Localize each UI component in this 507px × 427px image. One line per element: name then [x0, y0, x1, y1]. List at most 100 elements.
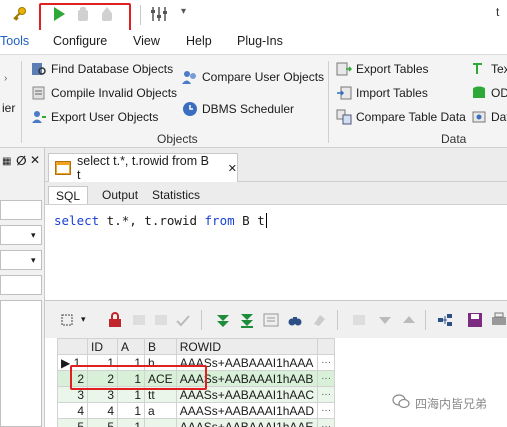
sort-up-icon[interactable] [399, 310, 419, 330]
sql-keyword-from: from [204, 213, 235, 228]
object-list[interactable] [0, 300, 42, 427]
save-icon[interactable] [465, 310, 485, 330]
panel-dropdown-2[interactable]: ▾ [0, 250, 42, 270]
compile-invalid-label: Compile Invalid Objects [51, 86, 178, 100]
left-object-panel: ▦ ⵁ ✕ ▾ ▾ [0, 148, 45, 427]
tab-sql[interactable]: SQL [48, 186, 89, 205]
pin-icon[interactable]: ⵁ [16, 154, 27, 168]
delete-record-icon[interactable] [151, 310, 171, 330]
cell-id[interactable]: 4 [87, 402, 118, 419]
odbc-importer-button[interactable]: OD [471, 85, 507, 101]
cell-b[interactable]: a [144, 402, 177, 419]
data-generator-button[interactable]: Dat [471, 109, 507, 125]
tab-output[interactable]: Output [95, 186, 145, 205]
dbms-scheduler-button[interactable]: DBMS Scheduler [182, 101, 294, 117]
menu-plug-ins[interactable]: Plug-Ins [237, 34, 283, 48]
cell-ellipsis-button[interactable]: ··· [317, 402, 336, 419]
cell-a[interactable]: 1 [117, 402, 145, 419]
link-icon[interactable] [435, 310, 455, 330]
window-close-icon[interactable]: t [496, 5, 499, 19]
toolbar-separator [425, 310, 426, 330]
menu-view[interactable]: View [133, 34, 160, 48]
post-changes-icon[interactable] [173, 310, 193, 330]
sql-statement: select t.*, t.rowid from B t​ [54, 213, 267, 228]
menu-help[interactable]: Help [186, 34, 212, 48]
cell-id[interactable]: 5 [87, 418, 118, 427]
sub-tabs: SQL Output Statistics [45, 182, 507, 205]
sql-editor[interactable]: select t.*, t.rowid from B t​ [45, 204, 507, 300]
menu-tools[interactable]: Tools [0, 34, 29, 48]
lock-icon[interactable] [105, 310, 125, 330]
dbms-scheduler-label: DBMS Scheduler [202, 102, 295, 116]
cell-rowid[interactable]: AAASs+AABAAAI1hAAD [175, 402, 319, 419]
tab-statistics[interactable]: Statistics [145, 186, 207, 205]
result-grid-toolbar: ▾ [45, 300, 507, 338]
panel-field-2[interactable] [0, 275, 42, 295]
sql-window-icon [55, 161, 71, 175]
cell-ellipsis-button[interactable]: ··· [317, 386, 336, 403]
run-icon[interactable] [50, 4, 68, 24]
clock-icon [182, 101, 198, 117]
data-generator-label: Dat [491, 110, 507, 124]
compare-table-data-label: Compare Table Data [356, 110, 466, 124]
export-user-objects-button[interactable]: Export User Objects [31, 109, 158, 125]
dropdown-icon[interactable]: ▾ [181, 6, 186, 17]
insert-record-icon[interactable] [129, 310, 149, 330]
find-objects-icon [31, 61, 47, 77]
export-tables-button[interactable]: Export Tables [336, 61, 429, 77]
filter-icon[interactable] [349, 310, 369, 330]
ribbon-partial-label: ier [2, 101, 16, 115]
ribbon-separator [328, 61, 329, 143]
find-icon[interactable] [285, 310, 305, 330]
key-icon[interactable] [10, 4, 28, 24]
fetch-next-icon[interactable] [213, 310, 233, 330]
panel-close-icon[interactable]: ✕ [30, 153, 40, 167]
cell-ellipsis-button[interactable]: ··· [317, 370, 336, 387]
table-row[interactable]: 4 4 1 a AAASs+AABAAAI1hAAD ··· [57, 402, 336, 419]
highlight-box-row-2 [70, 365, 207, 390]
column-header-b[interactable]: B [144, 338, 177, 355]
compare-table-data-button[interactable]: Compare Table Data [336, 109, 466, 125]
panel-dropdown-1[interactable]: ▾ [0, 225, 42, 245]
grid-icon[interactable]: ▦ [2, 156, 11, 167]
toolbar-separator [140, 5, 141, 25]
text-cursor: ​ [265, 213, 267, 228]
cell-b[interactable]: … [144, 418, 177, 427]
menu-configure[interactable]: Configure [53, 34, 107, 48]
menu-bar: Tools Configure View Help Plug-Ins [0, 30, 507, 54]
import-tables-button[interactable]: Import Tables [336, 85, 428, 101]
find-db-objects-label: Find Database Objects [51, 62, 174, 76]
export-tables-label: Export Tables [356, 62, 429, 76]
table-row[interactable]: 5 5 1 … AAASs+AABAAAI1hAAE ··· [57, 418, 336, 427]
text-importer-label: Tex [491, 62, 507, 76]
row-number[interactable]: 4 [57, 402, 88, 419]
panel-field-1[interactable] [0, 200, 42, 220]
cell-ellipsis-button[interactable]: ··· [317, 354, 336, 371]
text-importer-button[interactable]: Tex [471, 61, 507, 77]
compare-user-objects-button[interactable]: Compare User Objects [182, 69, 324, 85]
clear-icon[interactable] [309, 310, 329, 330]
select-dropdown-icon[interactable]: ▾ [81, 314, 86, 325]
stop-icon[interactable] [74, 4, 92, 24]
compile-invalid-button[interactable]: Compile Invalid Objects [31, 85, 177, 101]
cell-ellipsis-button[interactable]: ··· [317, 418, 336, 427]
row-number[interactable]: 5 [57, 418, 88, 427]
query-by-example-icon[interactable] [261, 310, 281, 330]
settings-icon[interactable] [150, 4, 168, 24]
find-db-objects-button[interactable]: Find Database Objects [31, 61, 173, 77]
sort-down-icon[interactable] [375, 310, 395, 330]
export-user-icon [31, 109, 47, 125]
tab-close-icon[interactable]: ✕ [228, 162, 237, 175]
cell-a[interactable]: 1 [117, 418, 145, 427]
column-header-id[interactable]: ID [87, 338, 118, 355]
row-number-header [57, 338, 88, 355]
column-header-rowid[interactable]: ROWID [175, 338, 319, 355]
tab-sql-window[interactable]: select t.*, t.rowid from B t ✕ [48, 153, 238, 182]
cell-rowid[interactable]: AAASs+AABAAAI1hAAE [175, 418, 319, 427]
break-icon[interactable] [98, 4, 116, 24]
print-icon[interactable] [489, 310, 507, 330]
sql-columns: t.*, t.rowid [99, 213, 205, 228]
fetch-last-icon[interactable] [237, 310, 257, 330]
column-header-a[interactable]: A [117, 338, 145, 355]
select-icon[interactable] [57, 310, 77, 330]
